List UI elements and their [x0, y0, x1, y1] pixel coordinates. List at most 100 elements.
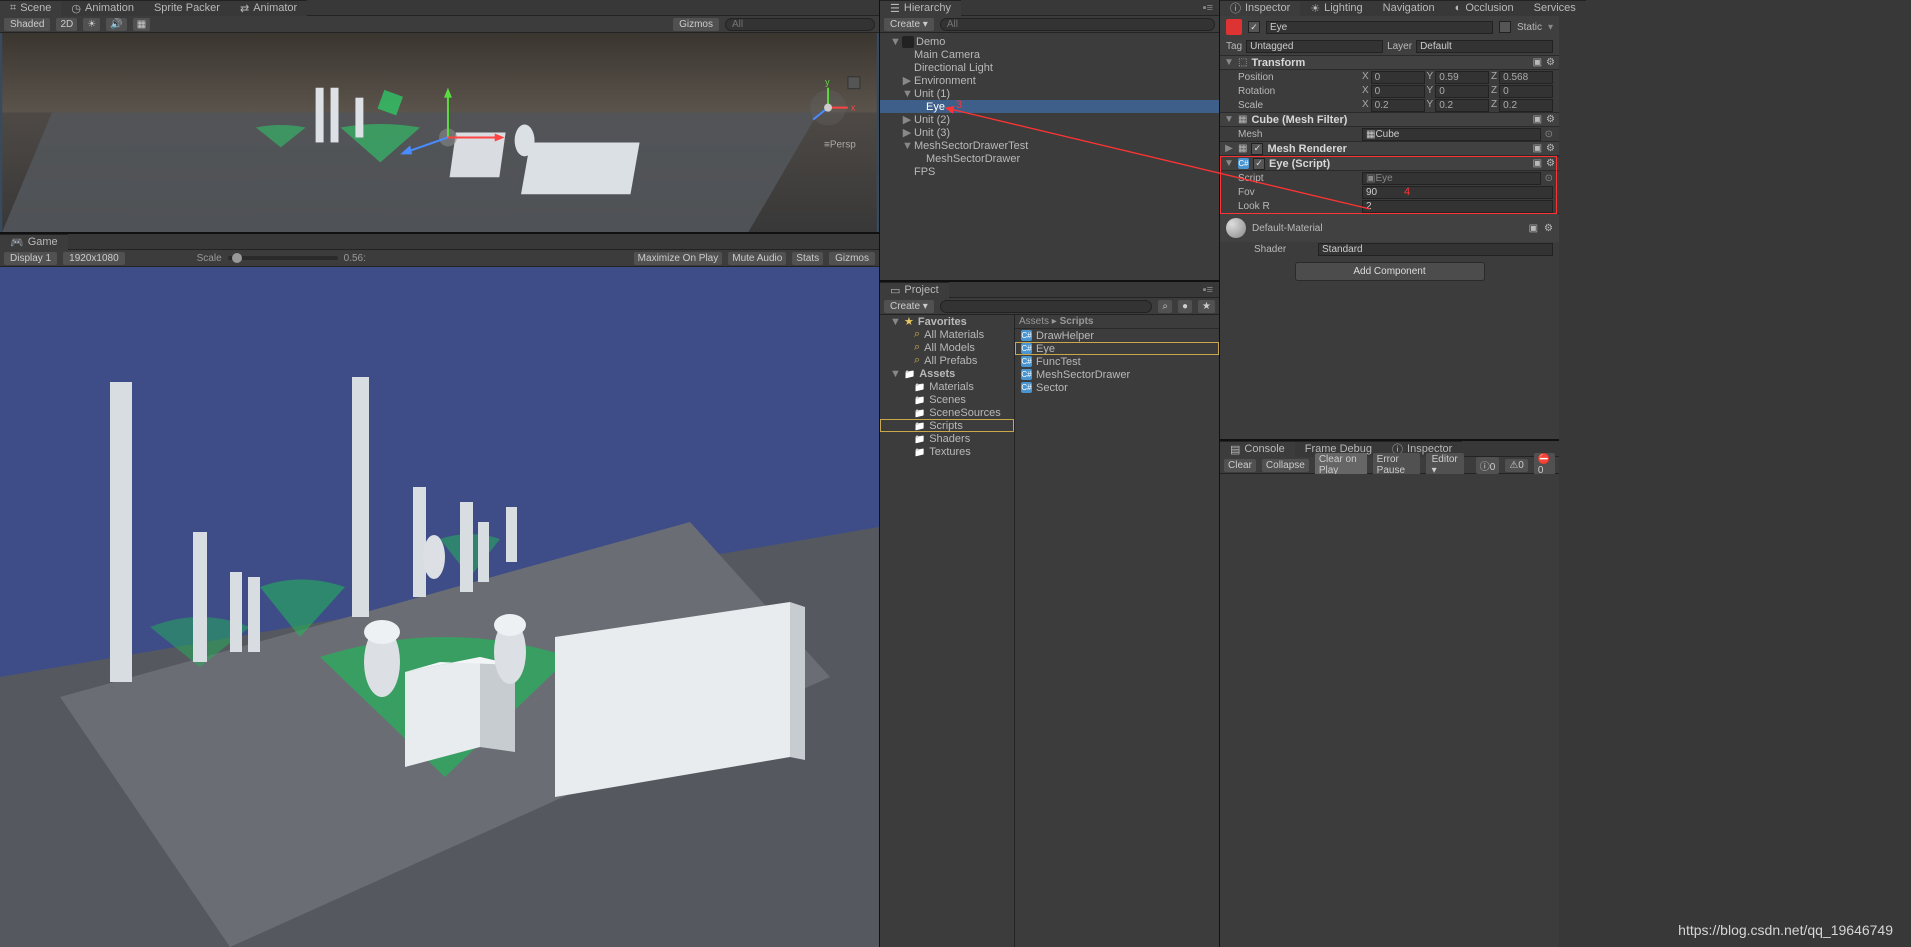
mute-toggle[interactable]: Mute Audio	[728, 252, 786, 265]
fx-toggle[interactable]: ▦	[133, 18, 150, 31]
script-enabled[interactable]: ✓	[1253, 158, 1265, 170]
project-assets[interactable]: Assets ▸ Scripts C#DrawHelperC#EyeC#Func…	[1015, 315, 1219, 947]
console-output[interactable]	[1220, 474, 1559, 947]
collapse-toggle[interactable]: Collapse	[1262, 459, 1309, 472]
lookr-field[interactable]: 2	[1362, 200, 1553, 213]
shading-dropdown[interactable]: Shaded	[4, 18, 50, 31]
hierarchy-search[interactable]	[940, 18, 1215, 31]
project-folder-item[interactable]: Scenes	[880, 393, 1014, 406]
pos-y[interactable]: 0.59	[1435, 71, 1489, 84]
tab-animation[interactable]: ◷Animation	[61, 0, 144, 16]
light-toggle[interactable]: ☀	[83, 18, 100, 31]
tab-sprite-packer[interactable]: Sprite Packer	[144, 0, 230, 16]
game-gizmos-dropdown[interactable]: Gizmos	[829, 252, 875, 265]
tab-occlusion[interactable]: ◐Occlusion	[1445, 0, 1524, 16]
help-icon[interactable]: ▣	[1529, 223, 1538, 234]
hierarchy-item[interactable]: Main Camera	[880, 48, 1219, 61]
hierarchy-create[interactable]: Create ▾	[884, 18, 934, 31]
scale-z[interactable]: 0.2	[1499, 99, 1553, 112]
help-icon[interactable]: ▣	[1533, 114, 1542, 125]
tab-hierarchy[interactable]: ☰Hierarchy	[880, 0, 961, 16]
gear-icon[interactable]: ⚙	[1544, 223, 1553, 234]
tab-lighting[interactable]: ☀Lighting	[1300, 0, 1372, 16]
tab-inspector[interactable]: ⓘInspector	[1220, 0, 1300, 16]
project-folder-item[interactable]: ▼★Favorites	[880, 315, 1014, 328]
gizmos-dropdown[interactable]: Gizmos	[673, 18, 719, 31]
help-icon[interactable]: ▣	[1533, 57, 1542, 68]
tab-scene[interactable]: ⌗Scene	[0, 0, 61, 16]
project-folder-item[interactable]: ⌕All Materials	[880, 328, 1014, 341]
mesh-renderer-component[interactable]: ▶▦✓Mesh Renderer▣⚙	[1220, 141, 1559, 156]
pos-z[interactable]: 0.568	[1499, 71, 1553, 84]
project-folder-item[interactable]: ⌕All Prefabs	[880, 354, 1014, 367]
help-icon[interactable]: ▣	[1533, 158, 1542, 169]
project-asset-item[interactable]: C#MeshSectorDrawer	[1015, 368, 1219, 381]
search-filter-icon[interactable]: ⌕	[1158, 300, 1172, 313]
project-asset-item[interactable]: C#Eye	[1015, 342, 1219, 355]
project-folder-item[interactable]: SceneSources	[880, 406, 1014, 419]
project-folder-item[interactable]: Materials	[880, 380, 1014, 393]
project-folder-item[interactable]: Textures	[880, 445, 1014, 458]
active-checkbox[interactable]: ✓	[1248, 21, 1260, 33]
transform-component[interactable]: ▼⬚Transform▣⚙	[1220, 55, 1559, 70]
hierarchy-item[interactable]: ▶Environment	[880, 74, 1219, 87]
fov-field[interactable]: 90	[1362, 186, 1553, 199]
tab-project[interactable]: ▭Project	[880, 282, 949, 298]
project-folder-item[interactable]: Shaders	[880, 432, 1014, 445]
pos-x[interactable]: 0	[1371, 71, 1425, 84]
gear-icon[interactable]: ⚙	[1546, 143, 1555, 154]
hierarchy-item[interactable]: FPS	[880, 165, 1219, 178]
project-folder-item[interactable]: Scripts	[880, 419, 1014, 432]
hierarchy-item[interactable]: ▶Unit (3)	[880, 126, 1219, 139]
hierarchy-item[interactable]: MeshSectorDrawer	[880, 152, 1219, 165]
filter-type-icon[interactable]: ●	[1178, 300, 1192, 313]
shader-dropdown[interactable]: Standard	[1318, 243, 1553, 256]
rot-y[interactable]: 0	[1435, 85, 1489, 98]
tab-console[interactable]: ▤Console	[1220, 441, 1295, 457]
project-create[interactable]: Create ▾	[884, 300, 934, 313]
mesh-field[interactable]: ▦ Cube	[1362, 128, 1541, 141]
object-name-field[interactable]: Eye	[1266, 21, 1493, 34]
gear-icon[interactable]: ⚙	[1546, 57, 1555, 68]
hierarchy-item[interactable]: Directional Light	[880, 61, 1219, 74]
hierarchy-item[interactable]: ▼Unit (1)	[880, 87, 1219, 100]
tab-services[interactable]: Services	[1524, 0, 1586, 16]
stats-toggle[interactable]: Stats	[792, 252, 823, 265]
breadcrumb[interactable]: Assets ▸ Scripts	[1019, 316, 1094, 327]
rot-x[interactable]: 0	[1371, 85, 1425, 98]
clear-button[interactable]: Clear	[1224, 459, 1256, 472]
mesh-filter-component[interactable]: ▼▦Cube (Mesh Filter)▣⚙	[1220, 112, 1559, 127]
hierarchy-tree[interactable]: ▼DemoMain CameraDirectional Light▶Enviro…	[880, 33, 1219, 280]
scale-slider[interactable]	[228, 256, 338, 260]
project-asset-item[interactable]: C#FuncTest	[1015, 355, 1219, 368]
gear-icon[interactable]: ⚙	[1546, 114, 1555, 125]
rot-z[interactable]: 0	[1499, 85, 1553, 98]
maximize-toggle[interactable]: Maximize On Play	[634, 252, 723, 265]
resolution-dropdown[interactable]: 1920x1080	[63, 252, 125, 265]
project-asset-item[interactable]: C#Sector	[1015, 381, 1219, 394]
layer-dropdown[interactable]: Default	[1416, 40, 1553, 53]
hierarchy-item[interactable]: ▼Demo	[880, 35, 1219, 48]
tab-navigation[interactable]: Navigation	[1373, 0, 1445, 16]
scale-x[interactable]: 0.2	[1371, 99, 1425, 112]
add-component-button[interactable]: Add Component	[1295, 262, 1485, 281]
scene-viewport[interactable]: x y ≡Persp	[0, 33, 879, 232]
hierarchy-item[interactable]: ▼MeshSectorDrawerTest	[880, 139, 1219, 152]
filter-label-icon[interactable]: ★	[1198, 300, 1215, 313]
tab-game[interactable]: 🎮Game	[0, 234, 68, 250]
project-folders[interactable]: ▼★Favorites⌕All Materials⌕All Models⌕All…	[880, 315, 1015, 947]
scale-y[interactable]: 0.2	[1435, 99, 1489, 112]
hierarchy-item[interactable]: Eye	[880, 100, 1219, 113]
warn-count[interactable]: ⚠0	[1505, 459, 1528, 472]
project-search[interactable]	[940, 300, 1153, 313]
help-icon[interactable]: ▣	[1533, 143, 1542, 154]
project-folder-item[interactable]: ▼Assets	[880, 367, 1014, 380]
panel-menu-icon[interactable]: ▪≡	[1197, 2, 1219, 14]
info-count[interactable]: ⓘ0	[1476, 457, 1500, 474]
display-dropdown[interactable]: Display 1	[4, 252, 57, 265]
project-folder-item[interactable]: ⌕All Models	[880, 341, 1014, 354]
scene-search[interactable]	[725, 18, 875, 31]
static-checkbox[interactable]	[1499, 21, 1511, 33]
project-asset-item[interactable]: C#DrawHelper	[1015, 329, 1219, 342]
panel-menu-icon[interactable]: ▪≡	[1197, 284, 1219, 296]
